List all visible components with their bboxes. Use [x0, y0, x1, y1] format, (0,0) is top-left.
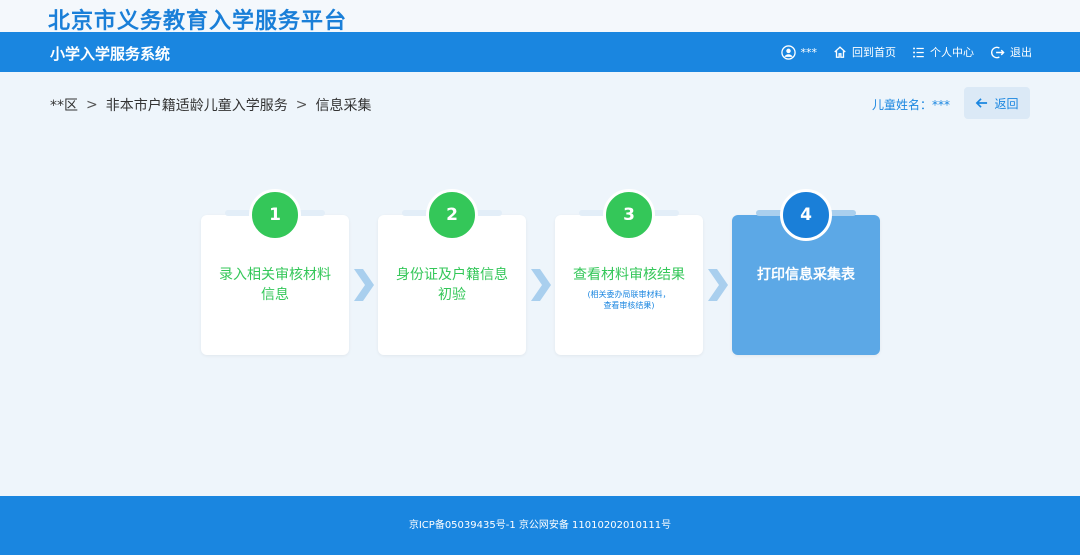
user-menu[interactable]: *** — [780, 44, 818, 60]
breadcrumb-service[interactable]: 非本市户籍适龄儿童入学服务 — [106, 95, 288, 115]
system-name: 小学入学服务系统 — [50, 45, 171, 63]
step-subtitle-3: (相关委办局联审材料， 查看审核结果) — [555, 289, 703, 311]
step-number-3: 3 — [603, 189, 655, 241]
back-label: 返回 — [994, 96, 1019, 111]
chevron-right-icon — [531, 269, 551, 301]
step-number-1: 1 — [249, 189, 301, 241]
breadcrumb-separator: > — [86, 97, 98, 113]
step-title-line: 录入相关审核材料 — [219, 267, 331, 283]
arrow-left-icon — [976, 98, 988, 108]
step-title-1: 录入相关审核材料 信息 — [201, 265, 349, 305]
breadcrumb: **区 > 非本市户籍适龄儿童入学服务 > 信息采集 — [50, 95, 371, 115]
navbar: 小学入学服务系统 *** 回到首页 个人中心 退出 — [0, 32, 1080, 72]
home-icon — [834, 46, 846, 58]
child-name-label: 儿童姓名：*** — [871, 98, 950, 112]
home-label: 回到首页 — [852, 46, 896, 59]
profile-link[interactable]: 个人中心 — [912, 44, 974, 60]
step-title-line: 身份证及户籍信息 — [396, 267, 508, 283]
breadcrumb-current: 信息采集 — [315, 98, 372, 114]
logout-link[interactable]: 退出 — [990, 44, 1032, 60]
footer-icp: 京ICP备05039435号-1 京公网安备 11010202010111号 — [408, 520, 672, 531]
breadcrumb-district[interactable]: **区 — [50, 95, 78, 115]
logout-icon — [991, 46, 1005, 58]
nav-actions: *** 回到首页 个人中心 退出 — [769, 32, 1032, 72]
breadcrumb-separator: > — [295, 97, 308, 113]
step-title-3: 查看材料审核结果 — [573, 267, 685, 283]
step-title-line: 信息 — [261, 287, 289, 303]
back-button[interactable]: 返回 — [964, 87, 1030, 119]
step-number-4: 4 — [780, 189, 832, 241]
footer: 京ICP备05039435号-1 京公网安备 11010202010111号 — [0, 496, 1080, 555]
platform-title: 北京市义务教育入学服务平台 — [48, 9, 348, 34]
profile-label: 个人中心 — [930, 46, 974, 59]
step-sub-line: (相关委办局联审材料， — [587, 290, 671, 299]
logout-label: 退出 — [1010, 46, 1032, 59]
chevron-right-icon — [354, 269, 374, 301]
step-sub-line: 查看审核结果) — [603, 301, 655, 310]
step-number-2: 2 — [426, 189, 478, 241]
step-title-line: 初验 — [438, 287, 466, 303]
user-name: *** — [800, 45, 818, 59]
list-icon — [913, 46, 924, 58]
home-link[interactable]: 回到首页 — [833, 44, 896, 60]
chevron-right-icon — [708, 269, 728, 301]
user-icon — [780, 44, 796, 60]
platform-banner: 北京市义务教育入学服务平台 — [0, 0, 1080, 34]
step-title-4: 打印信息采集表 — [757, 267, 855, 283]
step-title-2: 身份证及户籍信息 初验 — [378, 265, 526, 305]
